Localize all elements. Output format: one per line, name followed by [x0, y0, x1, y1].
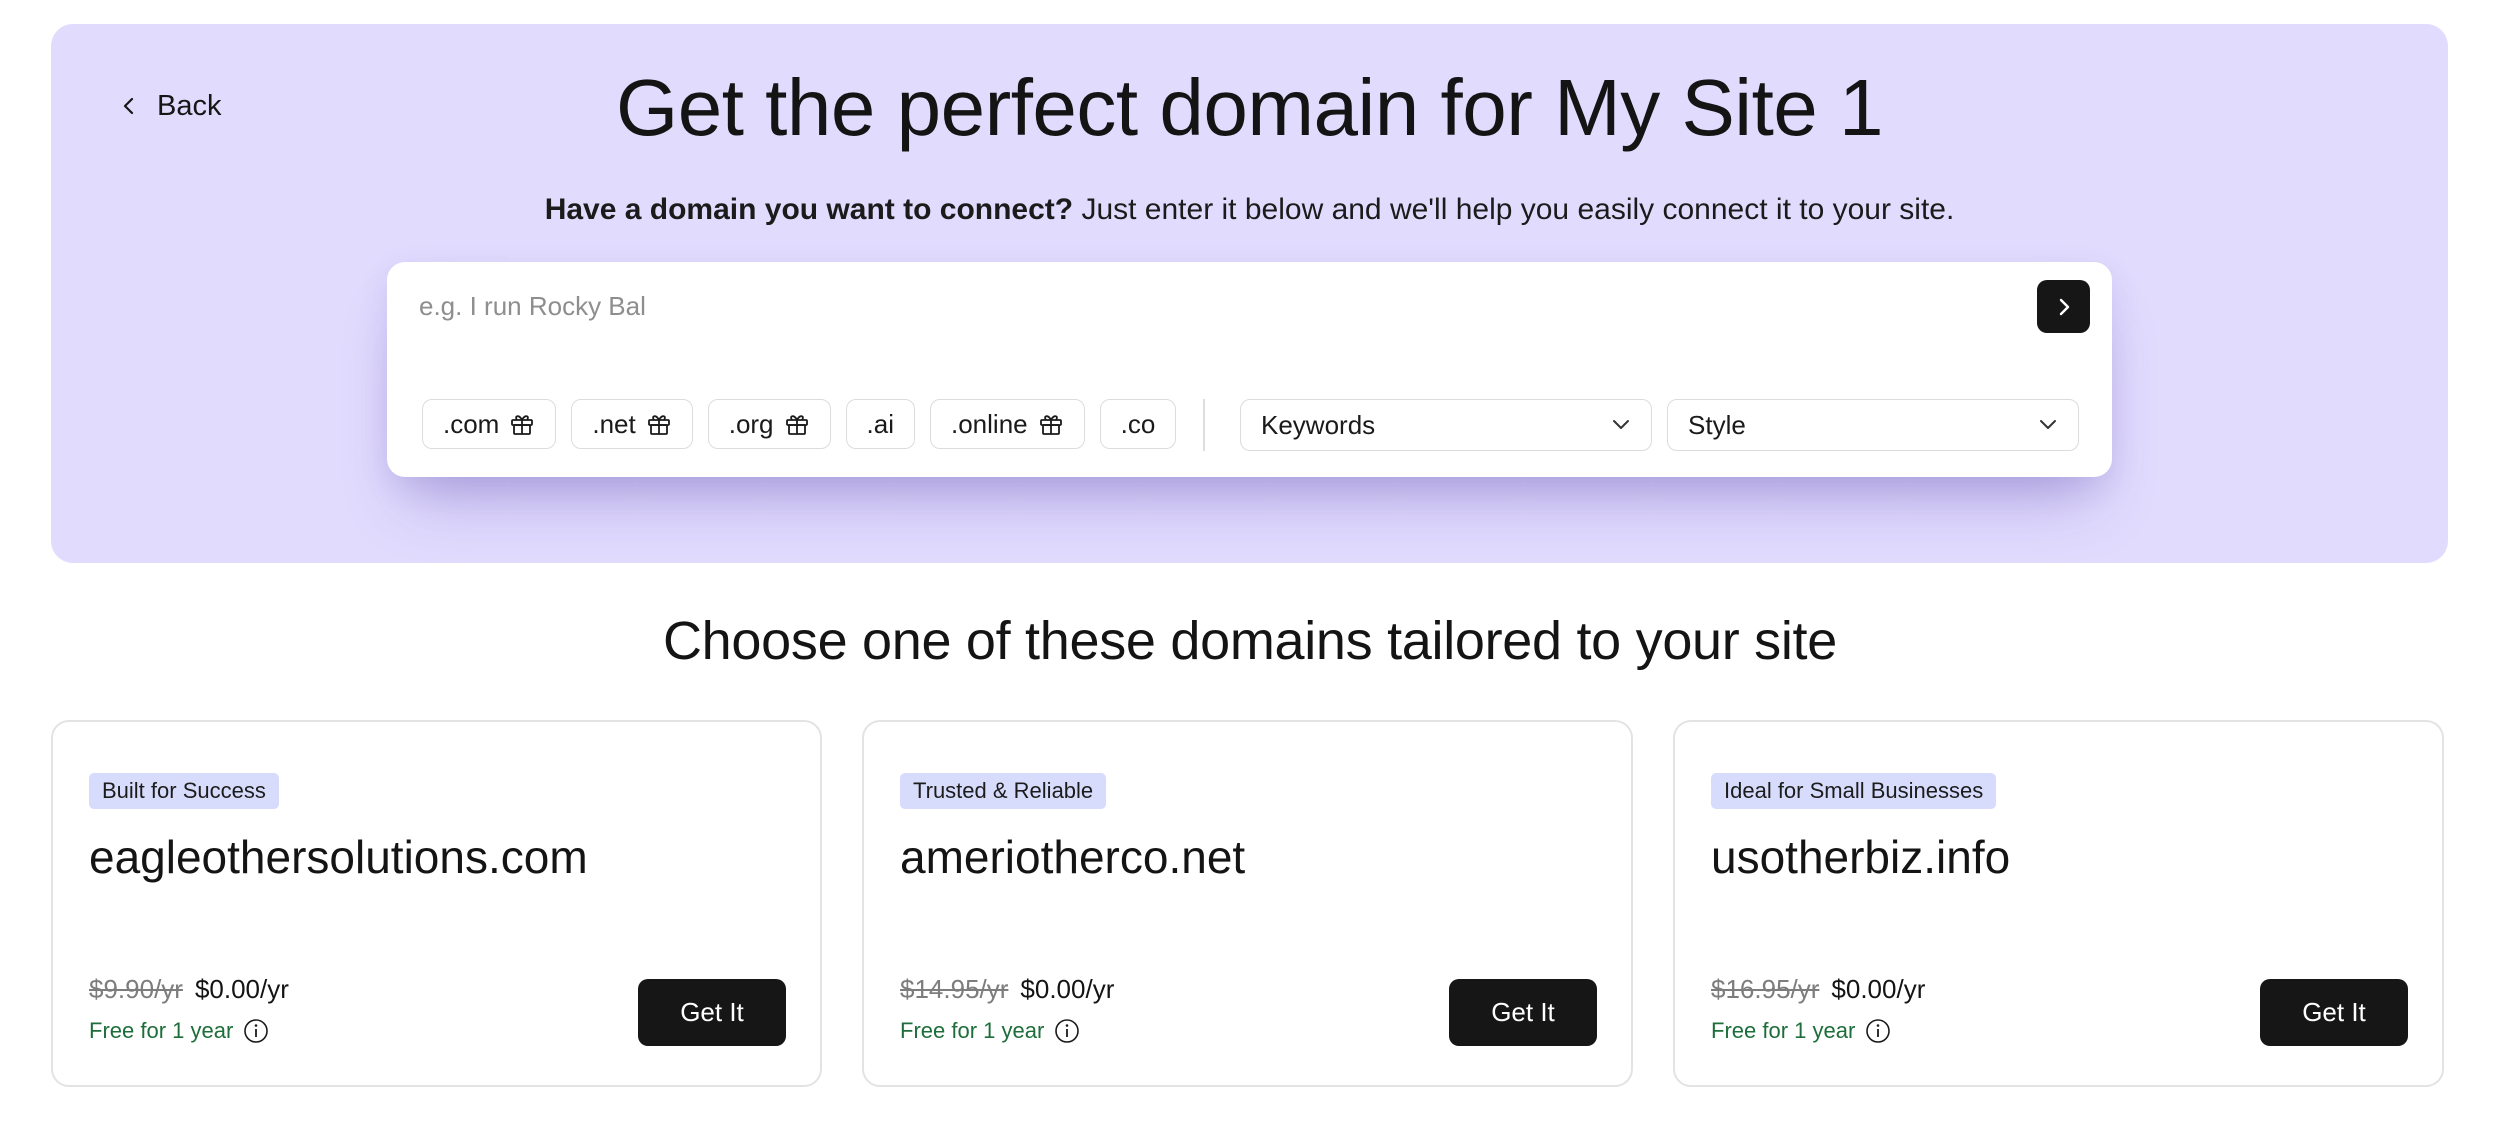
keywords-dropdown[interactable]: Keywords	[1240, 399, 1652, 451]
chevron-right-icon	[2059, 298, 2069, 315]
connect-domain-hint: Have a domain you want to connect? Just …	[51, 193, 2448, 227]
tld-chip[interactable]: .co	[1099, 399, 1177, 449]
gift-icon	[511, 415, 534, 435]
info-icon[interactable]	[1054, 1018, 1080, 1044]
tld-label: .org	[728, 408, 774, 439]
tld-chip[interactable]: .net	[571, 399, 693, 449]
gift-icon	[647, 415, 670, 435]
gift-icon	[785, 415, 808, 435]
keywords-dropdown-label: Keywords	[1261, 409, 1376, 440]
tld-label: .com	[443, 408, 500, 439]
domain-name: usotherbiz.info	[1711, 831, 2011, 883]
domain-card: Built for Success eagleothersolutions.com…	[51, 720, 822, 1087]
tld-label: .ai	[866, 408, 894, 439]
tld-chip[interactable]: .org	[707, 399, 831, 449]
info-icon[interactable]	[243, 1018, 269, 1044]
filter-divider	[1203, 399, 1205, 451]
tld-label: .net	[592, 408, 636, 439]
get-it-button[interactable]: Get It	[2260, 979, 2408, 1046]
free-period-label: Free for 1 year	[1711, 1018, 1856, 1043]
discounted-price: $0.00/yr	[1020, 974, 1115, 1004]
free-period: Free for 1 year	[900, 1018, 1080, 1044]
tld-label: .online	[951, 408, 1028, 439]
domain-card: Trusted & Reliable ameriotherco.net $14.95…	[862, 720, 1633, 1087]
tld-label: .co	[1120, 408, 1156, 439]
discounted-price: $0.00/yr	[194, 974, 289, 1004]
domain-card: Ideal for Small Businesses usotherbiz.inf…	[1673, 720, 2444, 1087]
domain-badge: Ideal for Small Businesses	[1711, 773, 1997, 809]
free-period: Free for 1 year	[89, 1018, 269, 1044]
price-row: $16.95/yr $0.00/yr	[1711, 974, 1925, 1005]
price-row: $14.95/yr $0.00/yr	[900, 974, 1114, 1005]
get-it-button[interactable]: Get It	[638, 979, 786, 1046]
free-period: Free for 1 year	[1711, 1018, 1891, 1044]
get-it-button[interactable]: Get It	[1449, 979, 1597, 1046]
free-period-label: Free for 1 year	[900, 1018, 1045, 1043]
domain-badge: Trusted & Reliable	[900, 773, 1107, 809]
tld-chip[interactable]: .ai	[845, 399, 915, 449]
chevron-down-icon	[1613, 420, 1629, 429]
page-title: Get the perfect domain for My Site 1	[615, 63, 1884, 152]
search-submit-button[interactable]	[2037, 280, 2090, 333]
gift-icon	[1039, 415, 1062, 435]
suggestions-title: Choose one of these domains tailored to …	[662, 611, 1837, 671]
connect-domain-hint-text: Just enter it below and we'll help you e…	[1073, 193, 1955, 226]
domain-search-input[interactable]	[417, 280, 2021, 332]
domain-search-card: .com .net .org .ai .online .co Keywords Style	[387, 262, 2112, 477]
original-price: $14.95/yr	[900, 974, 1009, 1004]
price-row: $9.90/yr $0.00/yr	[89, 974, 289, 1005]
free-period-label: Free for 1 year	[89, 1018, 234, 1043]
tld-chip[interactable]: .online	[930, 399, 1085, 449]
connect-domain-hint-bold: Have a domain you want to connect?	[544, 193, 1074, 226]
domain-search-hero: Back Get the perfect domain for My Site …	[51, 24, 2448, 563]
chevron-down-icon	[2040, 420, 2056, 429]
tld-filter-list: .com .net .org .ai .online .co	[422, 399, 1177, 449]
domain-name: ameriotherco.net	[900, 831, 1246, 883]
discounted-price: $0.00/yr	[1831, 974, 1926, 1004]
tld-chip[interactable]: .com	[422, 399, 557, 449]
domain-badge: Built for Success	[89, 773, 279, 809]
style-dropdown[interactable]: Style	[1667, 399, 2079, 451]
style-dropdown-label: Style	[1688, 409, 1746, 440]
domain-name: eagleothersolutions.com	[89, 831, 588, 883]
original-price: $9.90/yr	[89, 974, 183, 1004]
original-price: $16.95/yr	[1711, 974, 1820, 1004]
info-icon[interactable]	[1865, 1018, 1891, 1044]
